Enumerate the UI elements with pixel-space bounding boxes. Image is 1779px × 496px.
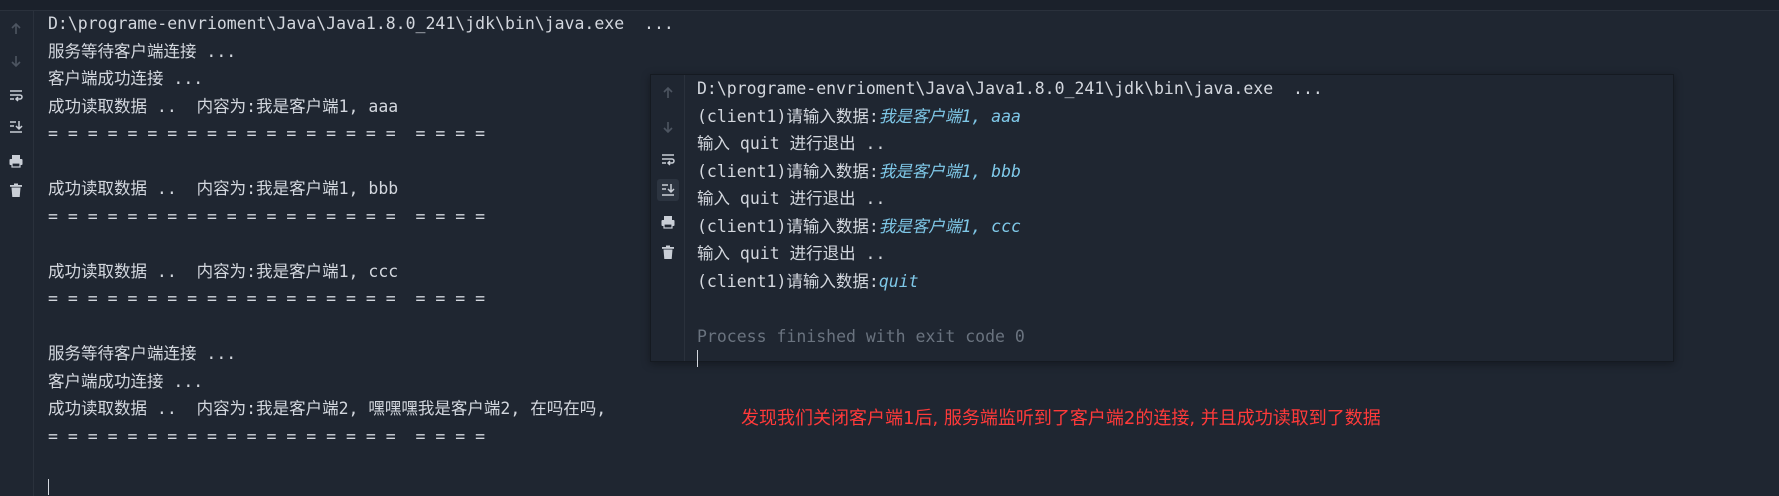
console-line: = = = = = = = = = = = = = = = = = = = = … bbox=[48, 289, 486, 308]
client-console-output: D:\programe-envrioment\Java\Java1.8.0_24… bbox=[697, 75, 1323, 367]
console-line: = = = = = = = = = = = = = = = = = = = = … bbox=[48, 124, 486, 143]
quit-hint-line: 输入 quit 进行退出 .. bbox=[697, 244, 886, 263]
annotation-text: 发现我们关闭客户端1后, 服务端监听到了客户端2的连接, 并且成功读取到了数据 bbox=[741, 408, 1381, 429]
console-line: 成功读取数据 .. 内容为:我是客户端1, ccc bbox=[48, 261, 399, 281]
process-finished-line: Process finished with exit code 0 bbox=[697, 326, 1025, 346]
soft-wrap-icon[interactable] bbox=[659, 150, 677, 168]
user-input: quit bbox=[878, 271, 919, 291]
user-input: 我是客户端1, aaa bbox=[878, 106, 1021, 126]
down-arrow-icon[interactable] bbox=[659, 118, 677, 136]
scroll-to-end-icon[interactable] bbox=[7, 118, 25, 136]
user-input: 我是客户端1, bbb bbox=[878, 161, 1021, 181]
prompt-label: (client1)请输入数据: bbox=[697, 216, 879, 236]
console-header-line: D:\programe-envrioment\Java\Java1.8.0_24… bbox=[697, 79, 1323, 98]
text-cursor bbox=[697, 350, 698, 367]
print-icon[interactable] bbox=[7, 152, 25, 170]
console-line: 客户端成功连接 ... bbox=[48, 69, 204, 88]
input-prompt-line: (client1)请输入数据:我是客户端1, aaa bbox=[697, 103, 1323, 131]
prompt-label: (client1)请输入数据: bbox=[697, 271, 879, 291]
prompt-label: (client1)请输入数据: bbox=[697, 161, 879, 181]
print-icon[interactable] bbox=[659, 213, 677, 231]
up-arrow-icon[interactable] bbox=[659, 84, 677, 102]
input-prompt-line: (client1)请输入数据:quit bbox=[697, 268, 1323, 296]
trash-icon[interactable] bbox=[7, 181, 25, 199]
cursor-line bbox=[697, 350, 1323, 367]
console-line: 服务等待客户端连接 ... bbox=[48, 344, 237, 363]
quit-hint-line: 输入 quit 进行退出 .. bbox=[697, 189, 886, 208]
console-line: 客户端成功连接 ... bbox=[48, 371, 204, 391]
console-line: 服务等待客户端连接 ... bbox=[48, 41, 237, 61]
console-line: 成功读取数据 .. 内容为:我是客户端2, 嘿嘿嘿我是客户端2, 在吗在吗, bbox=[48, 399, 607, 418]
text-cursor bbox=[48, 479, 49, 495]
soft-wrap-icon[interactable] bbox=[7, 86, 25, 104]
console-line: 成功读取数据 .. 内容为:我是客户端1, bbb bbox=[48, 179, 399, 198]
client-console-toolbar bbox=[651, 75, 685, 361]
prompt-label: (client1)请输入数据: bbox=[697, 106, 879, 126]
input-prompt-line: (client1)请输入数据:我是客户端1, ccc bbox=[697, 213, 1323, 241]
trash-icon[interactable] bbox=[659, 243, 677, 261]
console-toolbar bbox=[0, 11, 34, 496]
up-arrow-icon[interactable] bbox=[7, 20, 25, 38]
server-console-output: D:\programe-envrioment\Java\Java1.8.0_24… bbox=[48, 10, 674, 450]
user-input: 我是客户端1, ccc bbox=[878, 216, 1021, 236]
console-line: 成功读取数据 .. 内容为:我是客户端1, aaa bbox=[48, 96, 399, 116]
client-console-panel: D:\programe-envrioment\Java\Java1.8.0_24… bbox=[650, 74, 1674, 367]
console-line: = = = = = = = = = = = = = = = = = = = = … bbox=[48, 206, 486, 226]
console-line: = = = = = = = = = = = = = = = = = = = = … bbox=[48, 426, 486, 446]
quit-hint-line: 输入 quit 进行退出 .. bbox=[697, 134, 886, 153]
input-prompt-line: (client1)请输入数据:我是客户端1, bbb bbox=[697, 158, 1323, 186]
console-line: D:\programe-envrioment\Java\Java1.8.0_24… bbox=[48, 14, 674, 33]
scroll-to-end-icon[interactable] bbox=[657, 179, 679, 201]
down-arrow-icon[interactable] bbox=[7, 52, 25, 70]
